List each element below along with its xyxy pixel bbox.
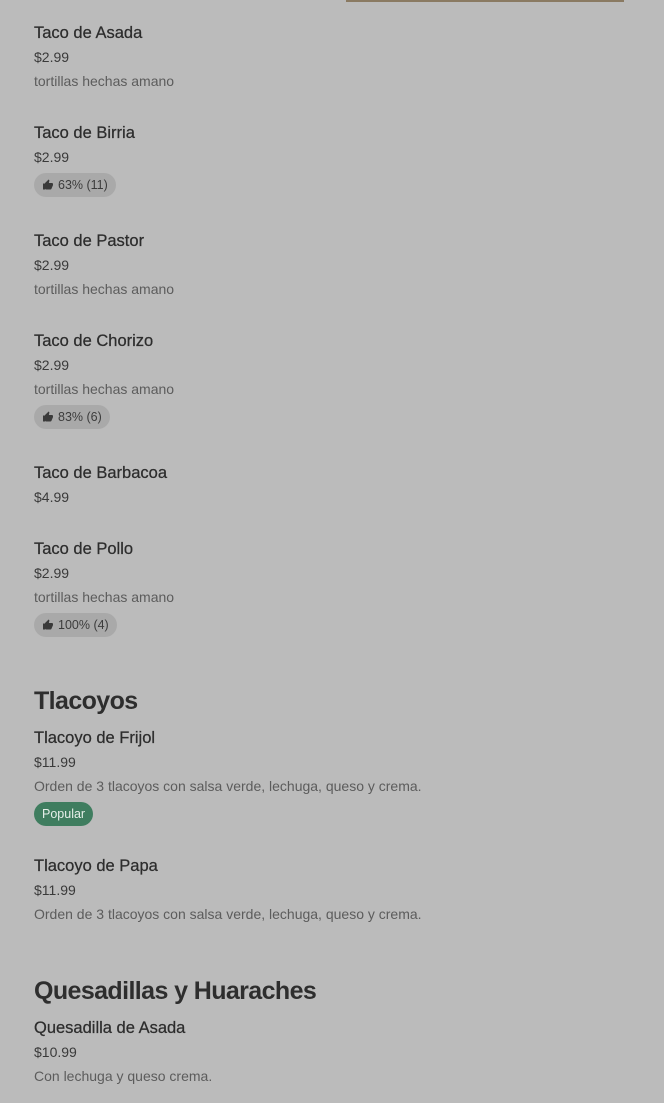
rating-badge: 100% (4) bbox=[34, 613, 117, 637]
item-price: $2.99 bbox=[34, 149, 70, 165]
item-name: Taco de Chorizo bbox=[34, 332, 154, 350]
rating-text: 83% (6) bbox=[58, 410, 102, 424]
menu-item-quesadilla-asada[interactable]: Quesadilla de Asada $10.99 Con lechuga y… bbox=[34, 1017, 630, 1103]
item-price: $10.99 bbox=[34, 1044, 77, 1060]
popular-badge: Popular bbox=[34, 802, 94, 826]
thumbs-up-icon bbox=[43, 619, 53, 630]
item-price: $2.99 bbox=[34, 257, 70, 273]
item-name: Quesadilla de Asada bbox=[34, 1019, 186, 1037]
thumbs-up-icon bbox=[43, 179, 53, 190]
item-price: $2.99 bbox=[34, 49, 70, 65]
item-price: $11.99 bbox=[34, 754, 76, 770]
item-name: Taco de Barbacoa bbox=[34, 464, 168, 482]
section-title-tlacoyos: Tlacoyos bbox=[34, 687, 138, 715]
menu-item-taco-pastor[interactable]: Taco de Pastor $2.99 tortillas hechas am… bbox=[34, 230, 630, 316]
menu-item-taco-asada[interactable]: Taco de Asada $2.99 tortillas hechas ama… bbox=[34, 22, 630, 108]
section-title-quesadillas: Quesadillas y Huaraches bbox=[34, 977, 317, 1005]
item-description: Orden de 3 tlacoyos con salsa verde, lec… bbox=[34, 778, 422, 794]
rating-badge: 83% (6) bbox=[34, 405, 110, 429]
item-name: Taco de Asada bbox=[34, 24, 143, 42]
item-description: Con lechuga y queso crema. bbox=[34, 1068, 213, 1084]
item-description: tortillas hechas amano bbox=[34, 73, 175, 89]
menu-item-taco-pollo[interactable]: Taco de Pollo $2.99 tortillas hechas ama… bbox=[34, 538, 630, 656]
item-description: tortillas hechas amano bbox=[34, 589, 175, 605]
thumbs-up-icon bbox=[43, 411, 53, 422]
rating-badge: 63% (11) bbox=[34, 173, 116, 197]
item-name: Tlacoyo de Papa bbox=[34, 857, 158, 875]
item-name: Taco de Pastor bbox=[34, 232, 145, 250]
menu-item-taco-birria[interactable]: Taco de Birria $2.99 63% (11) bbox=[34, 122, 630, 216]
menu-item-tlacoyo-papa[interactable]: Tlacoyo de Papa $11.99 Orden de 3 tlacoy… bbox=[34, 855, 630, 941]
rating-text: 100% (4) bbox=[58, 618, 109, 632]
item-name: Tlacoyo de Frijol bbox=[34, 729, 156, 747]
item-price: $4.99 bbox=[34, 489, 70, 505]
item-description: tortillas hechas amano bbox=[34, 381, 175, 397]
item-price: $2.99 bbox=[34, 565, 70, 581]
menu-item-taco-barbacoa[interactable]: Taco de Barbacoa $4.99 bbox=[34, 462, 630, 524]
rating-text: 63% (11) bbox=[58, 178, 108, 192]
menu-page: Taco de Asada $2.99 tortillas hechas ama… bbox=[0, 0, 664, 1103]
item-price: $2.99 bbox=[34, 357, 70, 373]
item-name: Taco de Pollo bbox=[34, 540, 134, 558]
item-name: Taco de Birria bbox=[34, 124, 135, 142]
item-description: Orden de 3 tlacoyos con salsa verde, lec… bbox=[34, 906, 422, 922]
item-price: $11.99 bbox=[34, 882, 76, 898]
menu-item-taco-chorizo[interactable]: Taco de Chorizo $2.99 tortillas hechas a… bbox=[34, 330, 630, 448]
menu-item-tlacoyo-frijol[interactable]: Tlacoyo de Frijol $11.99 Orden de 3 tlac… bbox=[34, 727, 630, 841]
item-description: tortillas hechas amano bbox=[34, 281, 175, 297]
